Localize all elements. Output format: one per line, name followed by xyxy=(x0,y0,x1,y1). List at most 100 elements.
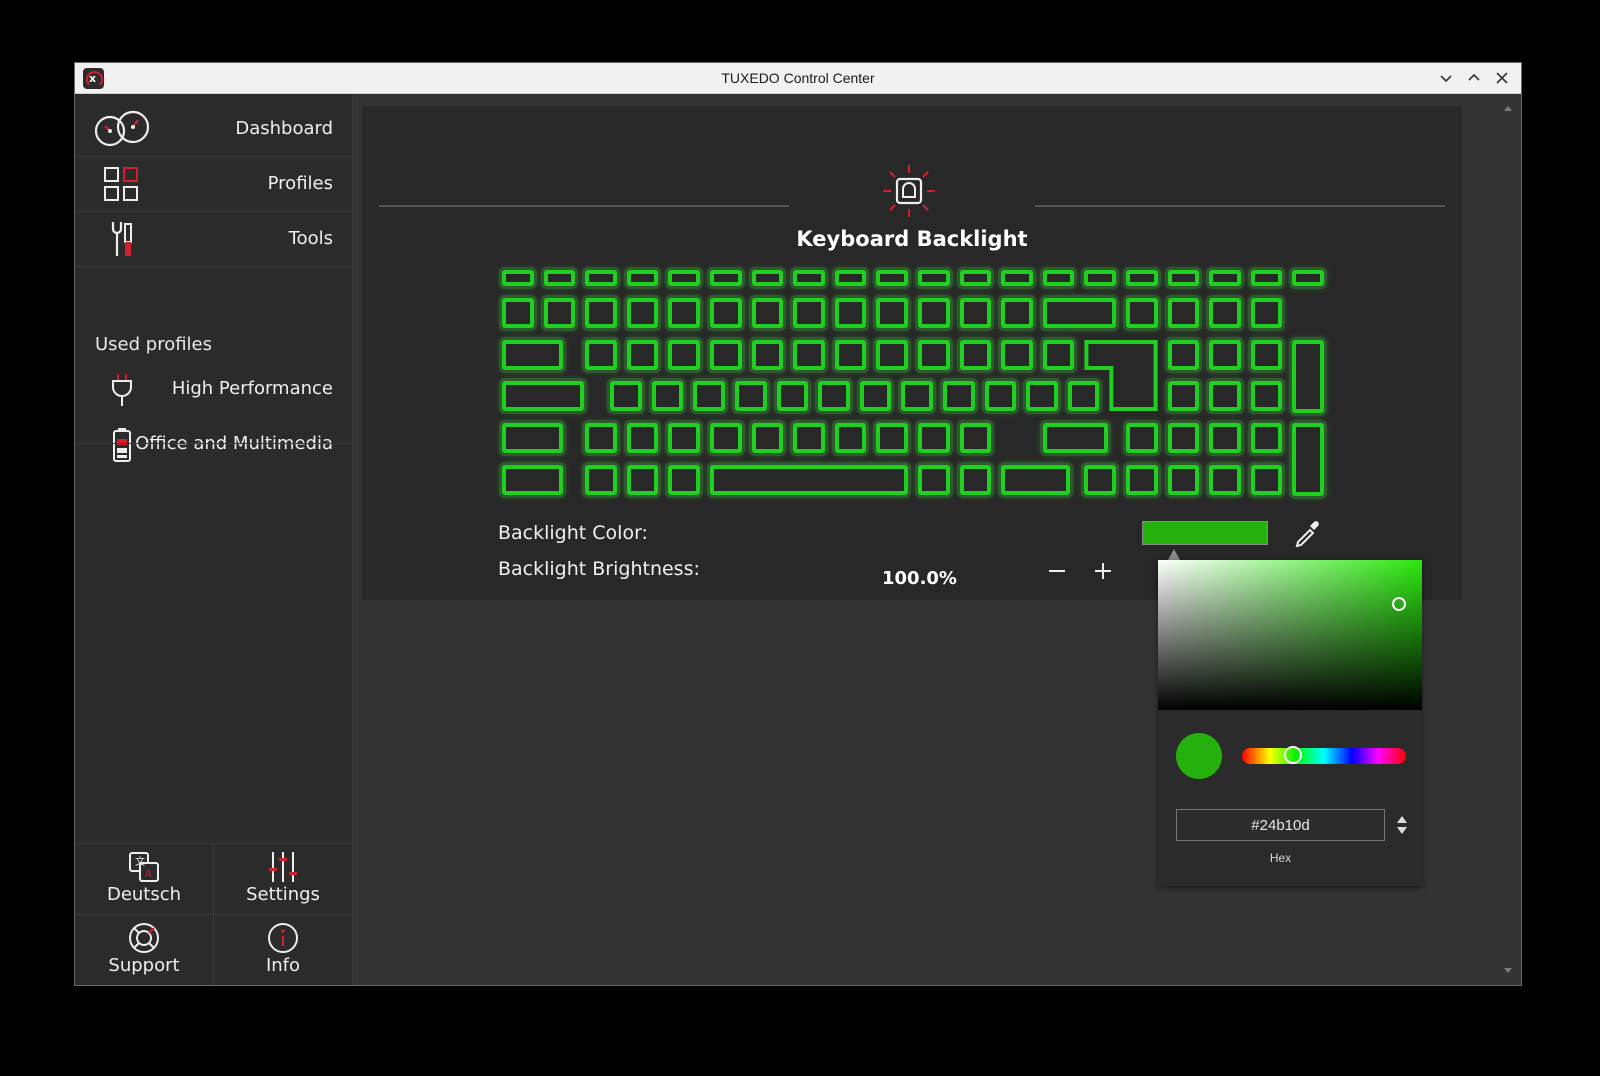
keyboard-key xyxy=(1126,298,1158,328)
info-button[interactable]: Info xyxy=(214,915,352,985)
keyboard-key xyxy=(1292,270,1324,286)
keyboard-key xyxy=(585,340,617,370)
keyboard-key xyxy=(1001,298,1033,328)
language-button[interactable]: 文 A Deutsch xyxy=(75,844,214,915)
plus-icon[interactable] xyxy=(1088,556,1118,586)
profile-item-office-multimedia[interactable]: Office and Multimedia xyxy=(75,417,353,472)
keyboard-key xyxy=(918,270,950,286)
keyboard-key xyxy=(502,270,534,286)
keyboard-key xyxy=(1042,298,1116,328)
keyboard-key xyxy=(1001,465,1071,495)
section-title: Keyboard Backlight xyxy=(796,227,1028,251)
keyboard-key xyxy=(502,381,584,411)
keyboard-key xyxy=(793,340,825,370)
svg-text:文: 文 xyxy=(135,855,145,868)
keyboard-backlight-panel: Keyboard Backlight Backlight Color: Back… xyxy=(362,106,1462,600)
keyboard-key xyxy=(918,423,950,453)
keyboard-key xyxy=(1209,340,1241,370)
keyboard-key xyxy=(710,270,742,286)
sidebar-item-dashboard[interactable]: Dashboard xyxy=(75,102,353,157)
keyboard-key xyxy=(959,298,992,328)
vertical-scrollbar[interactable] xyxy=(1501,106,1515,973)
svg-text:A: A xyxy=(145,869,152,880)
backlight-color-label: Backlight Color: xyxy=(498,522,648,544)
keyboard-key xyxy=(543,298,576,328)
battery-icon xyxy=(113,428,131,462)
sidebar-item-label: Dashboard xyxy=(235,118,333,139)
keyboard-key xyxy=(751,423,784,453)
profile-item-high-performance[interactable]: High Performance xyxy=(75,362,353,417)
keyboard-key xyxy=(1126,423,1158,453)
eyedropper-icon[interactable] xyxy=(1292,518,1322,548)
scroll-down-arrow[interactable] xyxy=(1504,968,1512,973)
keyboard-key xyxy=(1167,465,1200,495)
picker-pointer xyxy=(1168,549,1180,560)
maximize-button[interactable] xyxy=(1463,66,1485,90)
keyboard-key xyxy=(1209,423,1241,453)
sidebar-item-profiles[interactable]: Profiles xyxy=(75,157,353,212)
keyboard-key xyxy=(876,298,908,328)
title-bar: x TUXEDO Control Center xyxy=(75,63,1521,94)
keyboard-key xyxy=(1209,298,1241,328)
power-plug-icon xyxy=(112,374,132,406)
up-down-arrows-icon[interactable] xyxy=(1394,812,1410,838)
keyboard-backlight-icon xyxy=(883,165,935,217)
keyboard-key xyxy=(876,270,908,286)
keyboard-key xyxy=(693,381,725,411)
sidebar-item-label: Tools xyxy=(288,228,333,249)
chevron-down-icon xyxy=(1440,75,1452,83)
backlight-color-swatch[interactable] xyxy=(1142,521,1268,545)
keyboard-key xyxy=(1250,340,1283,370)
keyboard-key xyxy=(502,465,563,495)
backlight-brightness-label: Backlight Brightness: xyxy=(498,558,700,580)
keyboard-key xyxy=(710,423,742,453)
close-button[interactable] xyxy=(1491,66,1513,90)
hex-input[interactable] xyxy=(1176,809,1385,841)
keyboard-key xyxy=(502,423,563,453)
hue-handle[interactable] xyxy=(1284,746,1302,764)
keyboard-key xyxy=(502,340,563,370)
divider xyxy=(379,205,789,207)
keyboard-key xyxy=(793,298,825,328)
hue-slider[interactable] xyxy=(1242,746,1406,764)
saturation-value-area[interactable] xyxy=(1158,560,1422,710)
hex-label: Hex xyxy=(1269,851,1292,865)
keyboard-key xyxy=(1167,270,1200,286)
keyboard-key xyxy=(1084,270,1116,286)
chevron-up-icon xyxy=(1468,73,1480,81)
keyboard-key xyxy=(834,270,867,286)
keyboard-key xyxy=(751,298,784,328)
brightness-value: 100.0% xyxy=(882,568,957,589)
keyboard-key xyxy=(776,381,809,411)
sidebar-item-tools[interactable]: Tools xyxy=(75,212,353,267)
profile-label: High Performance xyxy=(171,378,333,399)
keyboard-key xyxy=(626,423,659,453)
scroll-up-arrow[interactable] xyxy=(1504,106,1512,111)
saturation-value-handle[interactable] xyxy=(1392,597,1406,611)
settings-label: Settings xyxy=(246,884,320,905)
keyboard-key xyxy=(918,465,950,495)
keyboard-key xyxy=(959,270,992,286)
keyboard-key xyxy=(710,465,908,495)
keyboard-key xyxy=(984,381,1017,411)
info-label: Info xyxy=(265,955,301,976)
keyboard-key xyxy=(1126,465,1158,495)
keyboard-key xyxy=(1292,340,1324,414)
keyboard-key xyxy=(834,298,867,328)
settings-button[interactable]: Settings xyxy=(214,844,352,915)
keyboard-key xyxy=(585,465,617,495)
minimize-button[interactable] xyxy=(1435,66,1457,90)
keyboard-key xyxy=(585,423,617,453)
keyboard-key xyxy=(626,298,659,328)
sidebar-bottom-grid: 文 A Deutsch Settings Support Info xyxy=(75,843,353,985)
minus-icon[interactable] xyxy=(1042,556,1072,586)
keyboard-key xyxy=(502,298,534,328)
close-icon xyxy=(1496,72,1508,84)
sidebar-item-label: Profiles xyxy=(267,173,333,194)
keyboard-key xyxy=(585,298,617,328)
keyboard-key xyxy=(1126,270,1158,286)
keyboard-key xyxy=(918,340,950,370)
support-button[interactable]: Support xyxy=(75,915,214,985)
keyboard-key xyxy=(751,270,784,286)
keyboard-key xyxy=(668,270,700,286)
